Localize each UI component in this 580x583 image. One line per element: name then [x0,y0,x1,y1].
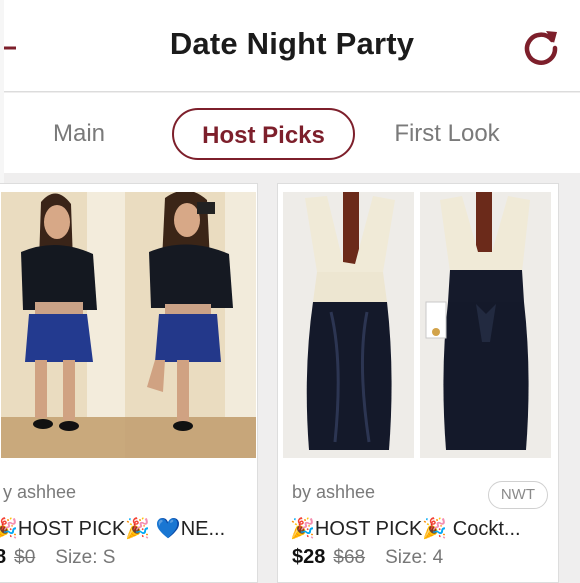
listing-title[interactable]: 🎉HOST PICK🎉 Cockt... [290,516,521,541]
original-price: $68 [333,547,366,568]
tab-first-look[interactable]: First Look [382,108,512,160]
listing-size: Size: S [55,547,116,568]
tab-bar: Main Host Picks First Look [4,93,580,173]
seller-byline[interactable]: y ashhee [3,482,76,503]
listing-price: 8 [0,546,6,568]
original-price: $0 [14,547,36,568]
tab-host-picks[interactable]: Host Picks [172,108,355,160]
listing-title[interactable]: 🎉HOST PICK🎉 💙NE... [0,516,225,541]
listing-photo[interactable] [420,192,551,458]
listing-size: Size: 4 [385,547,444,568]
listing-card[interactable]: y ashhee 🎉HOST PICK🎉 💙NE... 8 $0 Size: S [0,183,258,583]
listing-price: $28 [292,546,326,568]
refresh-icon[interactable] [520,26,562,68]
seller-byline[interactable]: by ashhee [292,482,375,503]
price-row: 8 $0 Size: S [0,546,115,569]
listing-grid: y ashhee 🎉HOST PICK🎉 💙NE... 8 $0 Size: S [0,173,580,583]
listing-photo[interactable] [1,192,132,458]
page-title: Date Night Party [169,26,415,61]
listing-photo[interactable] [283,192,414,458]
nwt-badge: NWT [487,481,548,509]
tab-main[interactable]: Main [24,108,134,160]
listing-card[interactable]: by ashhee NWT 🎉HOST PICK🎉 Cockt... $28 $6… [277,183,559,583]
listing-photo[interactable] [125,192,256,458]
price-row: $28 $68 Size: 4 [292,546,443,569]
header-bar: Date Night Party [4,0,580,92]
